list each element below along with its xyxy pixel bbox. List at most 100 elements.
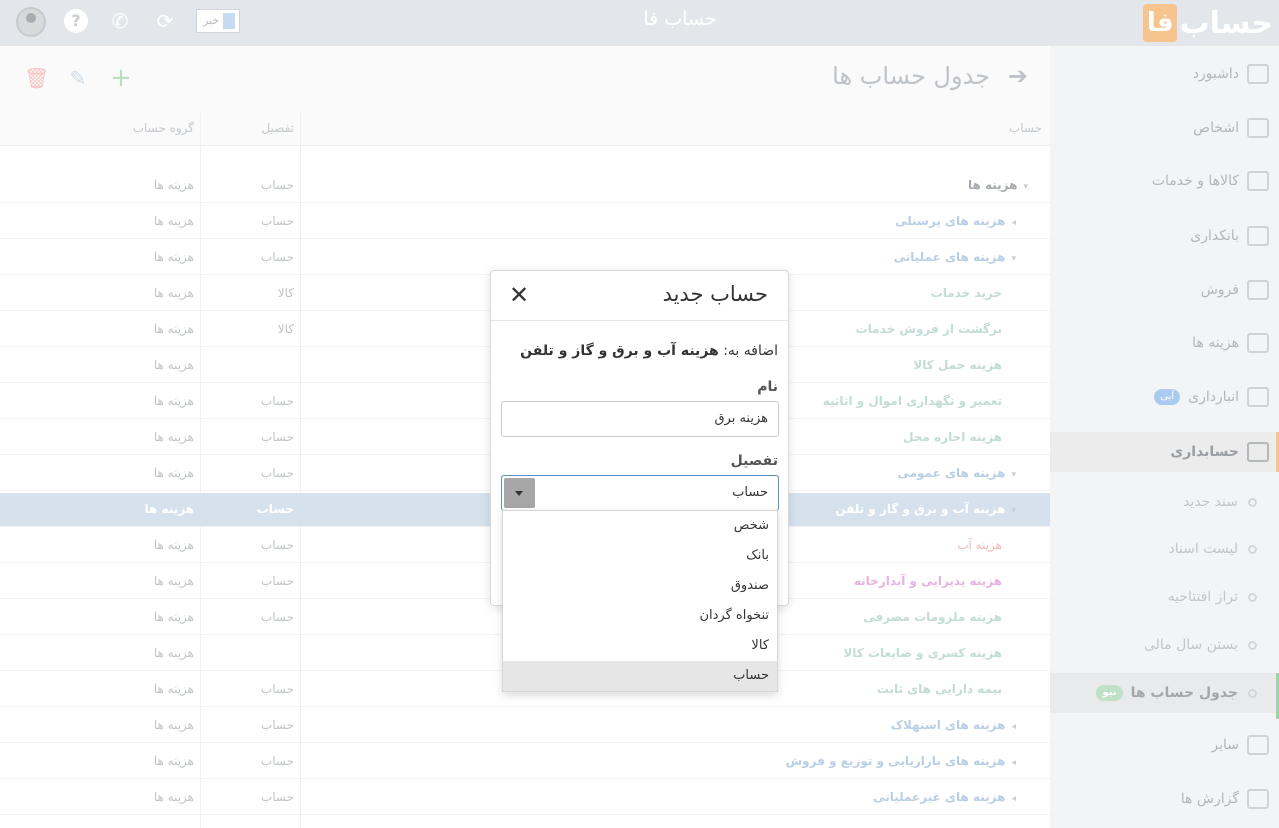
account-name-text: هزینه ملزومات مصرفی [863,610,1002,624]
back-arrow-icon[interactable]: ➔ [1008,62,1028,90]
tafsil-cell: حساب [260,610,294,624]
caret-down-icon[interactable]: ▾ [1011,470,1016,480]
app-logo[interactable]: فا حساب [1143,3,1274,43]
table-row[interactable]: ▾ هزینه ها حساب هزینه ها [0,169,1050,203]
account-name-text: هزینه ها [967,178,1018,192]
group-cell: هزینه ها [153,322,194,336]
account-name-text: بیمه دارایی های ثابت [876,682,1002,696]
sidebar-item-products[interactable]: کالاها و خدمات [1050,161,1279,201]
sidebar-item-people[interactable]: اشخاص [1050,108,1279,148]
table-row[interactable]: ◂ هزینه های غیرعملیاتی حساب هزینه ها [0,781,1050,815]
group-cell: هزینه ها [153,178,194,192]
sidebar-subitem-label: جدول حساب ها [1130,685,1238,701]
sidebar-subitem-opening-balance[interactable]: تراز افتتاحیه [1050,577,1279,617]
account-name-text: هزینه های عملیاتی [893,250,1006,264]
tafsil-cell: کالا [277,286,294,300]
sidebar-item-warehouse[interactable]: انبارداری آبی [1050,377,1279,417]
sidebar-item-label: هزینه ها [1192,335,1239,351]
account-name-text: تعمیر و نگهداری اموال و اثاثیه [822,394,1002,408]
tafsil-label: تفصیل [730,453,778,469]
group-cell: هزینه ها [153,718,194,732]
group-cell: هزینه ها [153,394,194,408]
tafsil-cell: حساب [260,178,294,192]
tafsil-dropdown-list: شخص بانک صندوق تنخواه گردان کالا حساب [502,510,778,692]
table-row[interactable]: ▾سایر حساب هاحسابسایر حساب ها [0,817,1050,828]
caret-down-icon[interactable]: ▾ [1011,506,1016,516]
name-label: نام [757,379,778,395]
refresh-icon[interactable]: ⟳ [153,9,177,33]
sidebar-subitem-new-voucher[interactable]: سند جدید [1050,482,1279,522]
close-icon[interactable]: ✕ [509,281,529,309]
caret-left-icon[interactable]: ◂ [1011,794,1016,804]
page-header: ➔ جدول حساب ها + ✎ 🗑 [0,46,1050,112]
add-button[interactable]: + [110,65,132,91]
account-name: بیمه دارایی های ثابت [877,682,1002,696]
sidebar-item-sales[interactable]: فروش [1050,270,1279,310]
caret-left-icon[interactable]: ◂ [1011,758,1016,768]
chevron-down-icon[interactable] [504,478,535,508]
sidebar-item-label: فروش [1200,282,1239,298]
header-account[interactable]: حساب [1009,121,1042,135]
sidebar-subitem-label: تراز افتتاحیه [1167,589,1238,605]
caret-left-icon[interactable]: ◂ [1011,722,1016,732]
sidebar-item-expenses[interactable]: هزینه ها [1050,323,1279,363]
table-row[interactable]: ◂ هزینه های پرسنلی حساب هزینه ها [0,205,1050,239]
dropdown-option-product[interactable]: کالا [503,631,777,661]
dropdown-option-bank[interactable]: بانک [503,541,777,571]
sidebar-item-dashboard[interactable]: داشبورد [1050,54,1279,94]
bullet-icon [1248,640,1257,650]
sidebar-subitem-label: سند جدید [1182,494,1238,510]
name-input[interactable]: هزینه برق [501,401,779,437]
header-tafsil[interactable]: تفصیل [222,121,294,135]
header-group[interactable]: گروه حساب [100,121,194,135]
sidebar-item-banking[interactable]: بانکداری [1050,216,1279,256]
sidebar-subitem-voucher-list[interactable]: لیست اسناد [1050,529,1279,569]
account-name-text: هزینه حمل کالا [913,358,1002,372]
dropdown-option-petty-cash[interactable]: تنخواه گردان [503,601,777,631]
sidebar-subitem-accounts-table[interactable]: جدول حساب ها نیو [1050,673,1279,713]
help-icon[interactable]: ? [64,9,88,33]
sidebar-item-reports[interactable]: گزارش ها [1050,779,1279,819]
account-name: هزینه کسری و ضایعات کالا [843,646,1002,660]
people-icon [1247,118,1269,138]
page-title: جدول حساب ها [832,62,990,90]
table-row[interactable]: ◂ هزینه های استهلاک حساب هزینه ها [0,709,1050,743]
sidebar-item-label: گزارش ها [1180,791,1239,807]
group-cell: هزینه ها [153,646,194,660]
group-cell: هزینه ها [153,610,194,624]
tafsil-selected-value: حساب [732,485,768,500]
account-name: ▾ هزینه ها [968,178,1028,192]
wallet-icon [1247,333,1269,353]
sidebar-subitem-label: بستن سال مالی [1143,637,1238,653]
tafsil-select[interactable]: حساب [501,475,779,511]
tafsil-cell: حساب [260,538,294,552]
phone-icon[interactable]: ✆ [108,9,132,33]
caret-left-icon[interactable]: ◂ [1011,218,1016,228]
warehouse-badge: آبی [1154,389,1181,405]
user-avatar[interactable] [16,7,46,37]
caret-down-icon[interactable]: ▾ [1011,254,1016,264]
news-button[interactable]: خبر [196,9,240,33]
account-name: ◂ هزینه های غیرعملیاتی [873,790,1016,804]
ledger-icon [1247,442,1269,462]
tafsil-cell: حساب [260,682,294,696]
group-cell: هزینه ها [153,250,194,264]
account-name: ◂ هزینه های استهلاک [891,718,1016,732]
sales-icon [1247,280,1269,300]
caret-down-icon[interactable]: ▾ [1023,182,1028,192]
dropdown-option-cash-box[interactable]: صندوق [503,571,777,601]
sidebar-item-other[interactable]: سایر [1050,725,1279,765]
dropdown-option-account[interactable]: حساب [503,661,777,691]
sidebar-item-label: بانکداری [1190,228,1239,244]
add-to-line: اضافه به: هزینه آب و برق و گاز و تلفن [520,343,778,359]
group-cell: هزینه ها [153,466,194,480]
table-row[interactable]: ◂ هزینه های بازاریابی و توزیع و فروش حساب ه… [0,745,1050,779]
delete-button[interactable]: 🗑 [24,66,49,90]
edit-button[interactable]: ✎ [67,66,89,90]
account-name: هزینه حمل کالا [913,358,1002,372]
account-name: برگشت از فروش خدمات [856,322,1002,336]
sidebar-item-accounting[interactable]: حسابداری [1050,432,1279,472]
sidebar-subitem-close-year[interactable]: بستن سال مالی [1050,625,1279,665]
dropdown-option-person[interactable]: شخص [503,511,777,541]
news-label: خبر [203,14,220,27]
